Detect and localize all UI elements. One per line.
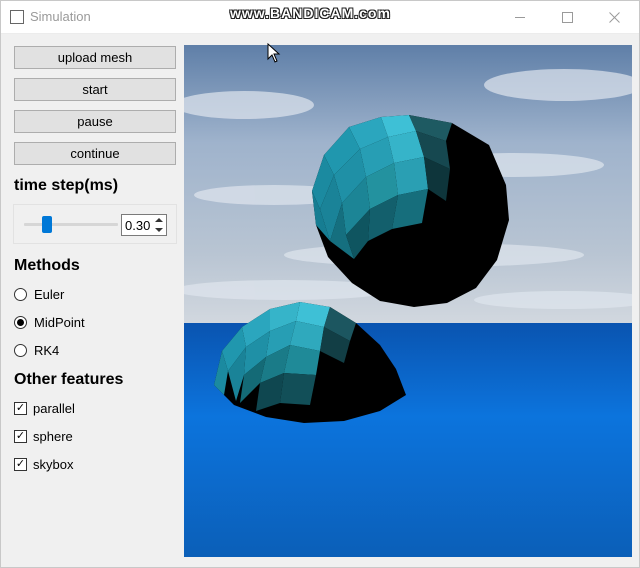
radio-rk4[interactable] [14, 343, 27, 357]
method-option-rk4[interactable]: RK4 [14, 342, 59, 358]
scene-render [184, 45, 632, 557]
other-features-title: Other features [14, 371, 124, 388]
method-option-midpoint[interactable]: MidPoint [14, 314, 85, 330]
feature-label-parallel: parallel [33, 400, 75, 416]
feature-label-sphere: sphere [33, 428, 73, 444]
minimize-button[interactable] [497, 1, 543, 33]
time-step-group: 0.30 [13, 204, 177, 244]
feature-sphere[interactable]: ✓ sphere [14, 428, 73, 444]
title-bar: Simulation www.BANDICAM.com [1, 1, 639, 34]
cursor-icon [267, 43, 281, 63]
radio-midpoint[interactable] [14, 315, 27, 329]
pause-button[interactable]: pause [14, 110, 176, 133]
method-label-euler: Euler [34, 286, 65, 302]
maximize-button[interactable] [544, 1, 590, 33]
simulation-viewport[interactable] [184, 45, 632, 557]
method-label-rk4: RK4 [34, 342, 60, 358]
feature-label-skybox: skybox [33, 456, 74, 472]
continue-button[interactable]: continue [14, 142, 176, 165]
spin-up-icon [155, 218, 163, 222]
window-title: Simulation [30, 9, 91, 24]
upload-mesh-button[interactable]: upload mesh [14, 46, 176, 69]
time-step-title: time step(ms) [14, 177, 119, 194]
checkbox-sphere[interactable]: ✓ [14, 429, 27, 443]
spin-down-icon [155, 228, 163, 232]
feature-parallel[interactable]: ✓ parallel [14, 400, 75, 416]
time-step-value[interactable]: 0.30 [125, 218, 150, 233]
time-step-spinbox[interactable]: 0.30 [121, 214, 167, 236]
control-panel: upload mesh start pause continue time st… [1, 34, 184, 567]
methods-title: Methods [14, 257, 80, 274]
time-step-slider-thumb[interactable] [42, 216, 52, 233]
maximize-icon [561, 11, 573, 23]
simulation-window: Simulation www.BANDICAM.com upload mesh … [0, 0, 640, 568]
radio-euler[interactable] [14, 287, 27, 301]
close-icon [608, 11, 620, 23]
method-label-midpoint: MidPoint [34, 314, 85, 330]
minimize-icon [515, 16, 525, 18]
spin-down-button[interactable] [152, 225, 166, 235]
bandicam-watermark: www.BANDICAM.com [230, 5, 391, 21]
method-option-euler[interactable]: Euler [14, 286, 64, 302]
spin-up-button[interactable] [152, 215, 166, 225]
feature-skybox[interactable]: ✓ skybox [14, 456, 73, 472]
checkbox-parallel[interactable]: ✓ [14, 401, 27, 415]
app-icon [10, 10, 24, 24]
time-step-slider-track[interactable] [24, 223, 118, 226]
start-button[interactable]: start [14, 78, 176, 101]
checkbox-skybox[interactable]: ✓ [14, 457, 27, 471]
close-button[interactable] [591, 1, 637, 33]
